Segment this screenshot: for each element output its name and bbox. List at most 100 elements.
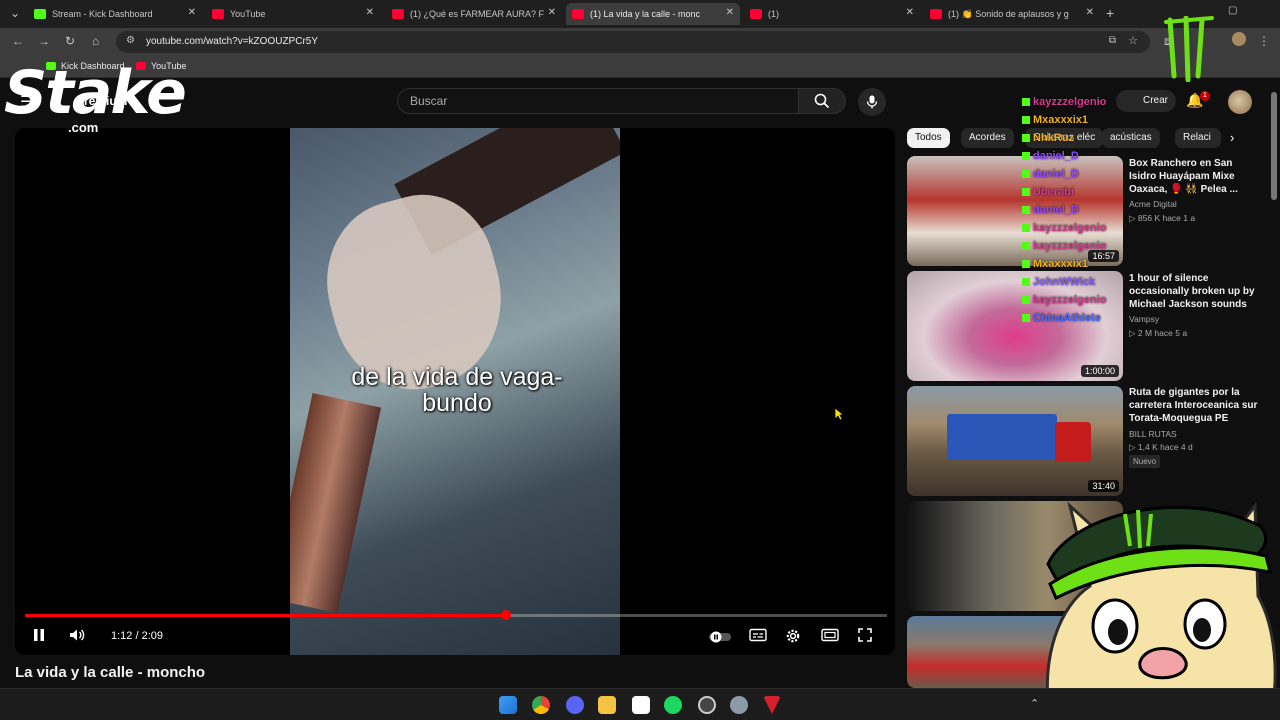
pause-button[interactable] <box>33 628 45 645</box>
home-icon[interactable]: ⌂ <box>92 34 99 48</box>
browser-tab[interactable]: YouTube ✕ <box>206 3 380 25</box>
fullscreen-button[interactable] <box>858 628 872 645</box>
volume-button[interactable] <box>69 628 87 645</box>
url-text[interactable]: youtube.com/watch?v=kZOOUZPCr5Y <box>146 36 318 47</box>
address-bar[interactable]: ⚙ youtube.com/watch?v=kZOOUZPCr5Y ⧉ ☆ <box>116 31 1150 53</box>
chat-message: daniel_D <box>1022 168 1079 180</box>
streaming-app-icon[interactable] <box>763 696 781 714</box>
tab-title: (1) 👏 Sonido de aplausos y g <box>948 8 1069 19</box>
settings-taskbar-icon[interactable] <box>730 696 748 714</box>
subtitles-button[interactable] <box>749 628 767 645</box>
reload-icon[interactable]: ↻ <box>65 34 75 48</box>
video-frame[interactable]: de la vida de vaga- bundo <box>290 128 620 655</box>
theater-mode-button[interactable] <box>821 628 839 645</box>
search-button[interactable] <box>798 88 846 114</box>
close-tab-icon[interactable]: ✕ <box>548 7 556 18</box>
recommendation-title[interactable]: 1 hour of silence occasionally broken up… <box>1129 272 1259 311</box>
progress-scrubber[interactable] <box>500 610 511 620</box>
autoplay-toggle[interactable] <box>709 630 731 646</box>
bookmark-star-icon[interactable]: ☆ <box>1128 34 1138 47</box>
voice-search-button[interactable] <box>858 88 886 116</box>
video-duration: 1:00:00 <box>1080 365 1119 377</box>
site-info-icon[interactable]: ⚙ <box>126 35 135 46</box>
autoplay-toggle-icon <box>709 631 731 643</box>
hamburger-menu-icon[interactable]: ☰ <box>20 92 34 112</box>
close-tab-icon[interactable]: ✕ <box>366 7 374 18</box>
recommendation-meta: ▷ 2 M hace 5 a <box>1129 328 1188 338</box>
file-explorer-icon[interactable] <box>598 696 616 714</box>
chat-message: kayzzzelgenio <box>1022 240 1106 252</box>
close-tab-icon[interactable]: ✕ <box>906 7 914 18</box>
chip-relacionados[interactable]: Relaci <box>1175 128 1221 148</box>
truck-shape <box>947 414 1057 460</box>
recommendation-channel[interactable]: Acme Digital <box>1129 199 1177 209</box>
chip-next-arrow-icon[interactable]: › <box>1230 130 1234 145</box>
app-taskbar-icon[interactable] <box>698 696 716 714</box>
cat-avatar-overlay <box>1045 501 1277 720</box>
progress-bar[interactable] <box>25 610 887 620</box>
video-caption: de la vida de vaga- bundo <box>351 363 563 417</box>
kick-badge-icon <box>1022 152 1030 160</box>
windows-start-icon[interactable] <box>499 696 517 714</box>
chat-message: Mxaxxxix1 <box>1022 258 1088 270</box>
bottle-shape <box>290 393 382 613</box>
youtube-icon <box>750 9 762 19</box>
pause-icon <box>34 629 44 641</box>
recommendation-title[interactable]: Box Ranchero en San Isidro Huayápam Mixe… <box>1129 157 1259 196</box>
obs-taskbar-icon[interactable] <box>632 696 650 714</box>
minimize-icon[interactable]: ▢ <box>1228 5 1237 16</box>
profile-icon[interactable] <box>1232 32 1246 46</box>
browser-tab[interactable]: (1) ¿Qué es FARMEAR AURA? F ✕ <box>386 3 562 25</box>
page-scrollbar[interactable] <box>1271 92 1277 200</box>
discord-taskbar-icon[interactable] <box>566 696 584 714</box>
recommendation-thumbnail[interactable]: 31:40 <box>907 386 1123 496</box>
tab-title: Stream - Kick Dashboard <box>52 9 153 19</box>
kick-badge-icon <box>1022 98 1030 106</box>
video-player[interactable]: de la vida de vaga- bundo 1:12 / 2:09 <box>15 128 895 655</box>
chip-acordes[interactable]: Acordes <box>961 128 1014 148</box>
settings-button[interactable] <box>785 628 801 647</box>
close-tab-icon[interactable]: ✕ <box>1086 7 1094 18</box>
tray-chevron-icon[interactable]: ⌃ <box>1030 697 1039 710</box>
gear-icon <box>786 629 800 643</box>
browser-tab[interactable]: (1) La vida y la calle - monc ✕ <box>566 3 740 25</box>
chip-todos[interactable]: Todos <box>907 128 950 148</box>
microphone-icon <box>866 95 878 109</box>
forward-arrow-icon[interactable]: → <box>38 34 50 48</box>
close-tab-icon[interactable]: ✕ <box>188 7 196 18</box>
back-arrow-icon[interactable]: ← <box>12 34 24 48</box>
chat-username: daniel_D <box>1033 150 1079 162</box>
monster-energy-logo <box>1164 16 1214 82</box>
chat-message: daniel_D <box>1022 204 1079 216</box>
chat-message: Uberabi <box>1022 186 1074 198</box>
avatar[interactable] <box>1228 90 1252 114</box>
chat-message: kayzzzelgenio <box>1022 294 1106 306</box>
chat-username: Mxaxxxix1 <box>1033 258 1089 270</box>
youtube-icon <box>392 9 404 19</box>
install-app-icon[interactable]: ⧉ <box>1109 35 1116 46</box>
browser-tab[interactable]: Stream - Kick Dashboard ✕ <box>28 3 202 25</box>
browser-tab[interactable]: (1) ✕ <box>744 3 920 25</box>
tab-search-icon[interactable]: ⌄ <box>10 6 20 20</box>
progress-fill <box>25 614 506 617</box>
create-button[interactable]: Crear <box>1116 90 1176 112</box>
search-input[interactable]: Buscar <box>397 88 799 114</box>
browser-tab[interactable]: (1) 👏 Sonido de aplausos y g ✕ <box>924 3 1100 25</box>
new-tab-button[interactable]: + <box>1106 5 1114 21</box>
recommendation-channel[interactable]: BILL RUTAS <box>1129 429 1177 439</box>
windows-taskbar: ⌃ <box>0 688 1280 720</box>
chip-acusticas[interactable]: acústicas <box>1102 128 1160 148</box>
browser-menu-icon[interactable]: ⋮ <box>1258 34 1270 48</box>
chat-username: kayzzzelgenio <box>1033 294 1107 306</box>
tab-title: (1) ¿Qué es FARMEAR AURA? F <box>410 9 545 19</box>
subtitles-icon <box>749 628 767 642</box>
kick-badge-icon <box>1022 242 1030 250</box>
recommendation-title[interactable]: Ruta de gigantes por la carretera Intero… <box>1129 386 1259 425</box>
kick-badge-icon <box>1022 134 1030 142</box>
recommendation-channel[interactable]: Vampsy <box>1129 314 1159 324</box>
chrome-taskbar-icon[interactable] <box>532 696 550 714</box>
close-tab-icon[interactable]: ✕ <box>726 7 734 18</box>
mouse-cursor-icon <box>834 407 844 421</box>
chat-message: Mxaxxxix1 <box>1022 114 1088 126</box>
spotify-taskbar-icon[interactable] <box>664 696 682 714</box>
